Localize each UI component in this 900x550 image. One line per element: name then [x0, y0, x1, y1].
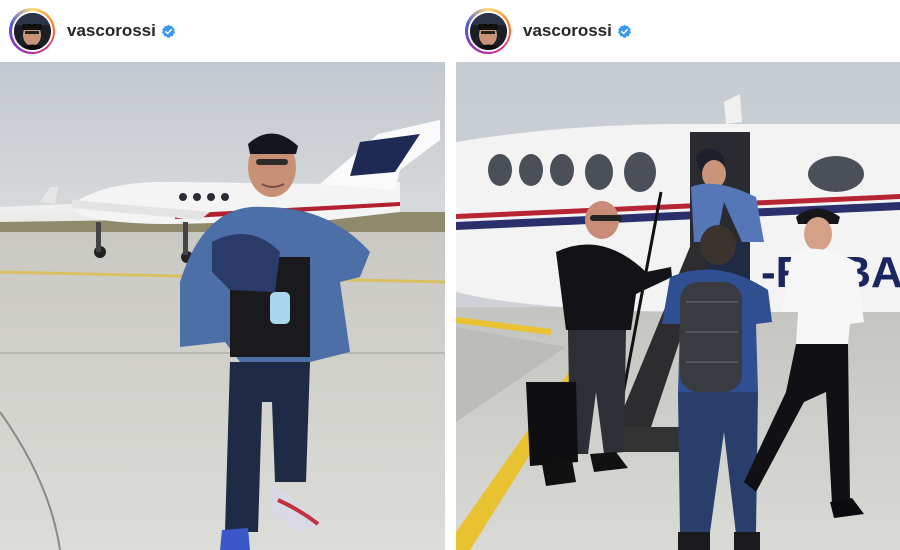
verified-badge-icon — [161, 24, 176, 39]
group-boarding-private-jet-photo: -RCBA — [456, 62, 900, 550]
man-with-shoulder-brace-on-tarmac-photo — [0, 62, 445, 550]
avatar — [13, 12, 51, 50]
username-link[interactable]: vascorossi — [67, 21, 156, 41]
post-photo-left[interactable] — [0, 62, 445, 550]
post-right: vascorossi — [456, 0, 900, 550]
avatar-frame — [11, 10, 53, 52]
username-link[interactable]: vascorossi — [523, 21, 612, 41]
profile-avatar-icon — [469, 12, 507, 50]
post-left: vascorossi — [0, 0, 445, 550]
avatar-frame — [467, 10, 509, 52]
post-header: vascorossi — [0, 0, 445, 62]
profile-avatar-icon — [13, 12, 51, 50]
avatar — [469, 12, 507, 50]
post-photo-right[interactable]: -RCBA — [456, 62, 900, 550]
post-header: vascorossi — [456, 0, 900, 62]
verified-badge-icon — [617, 24, 632, 39]
story-ring-avatar[interactable] — [9, 8, 55, 54]
story-ring-avatar[interactable] — [465, 8, 511, 54]
